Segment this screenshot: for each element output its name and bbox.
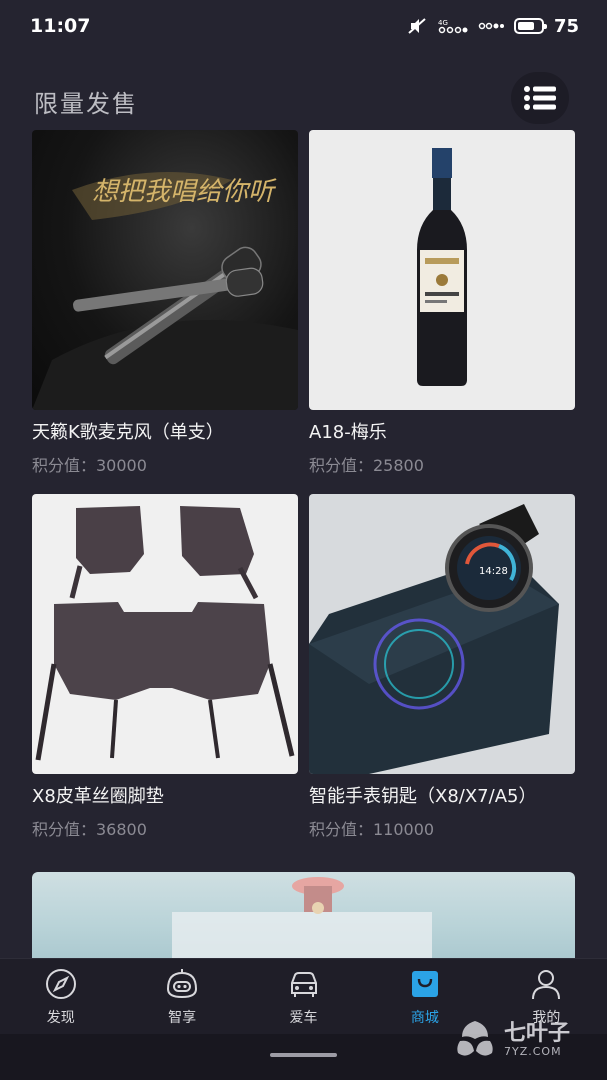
promo-banner[interactable] [32,872,575,962]
product-points: 积分值：25800 [309,456,424,475]
status-icons: 4G 75 [406,16,579,37]
battery-icon [513,18,547,34]
product-points: 积分值：110000 [309,820,435,839]
leaf-logo-icon [457,1021,493,1056]
car-icon [290,971,317,997]
tab-label: 智享 [168,1009,197,1026]
product-image-smartwatch: 14:28 [309,494,575,774]
product-card[interactable]: 想把我唱给你听 天籁K歌麦克风（单支） 积分值：30000 [32,130,298,476]
product-name: X8皮革丝圈脚垫 [32,786,164,807]
product-points: 积分值：36800 [32,820,147,839]
watermark-main: 七叶子 [504,1020,571,1046]
tab-discover[interactable]: 发现 [0,959,121,1034]
home-indicator[interactable] [270,1053,337,1057]
product-image-microphone: 想把我唱给你听 [32,130,298,410]
svg-text:4G: 4G [438,19,448,27]
status-bar: 11:07 4G 75 [0,0,607,52]
silent-icon [408,18,426,34]
watermark-text: 七叶子 7YZ.COM [504,1020,571,1059]
section-title: 限量发售 [34,90,138,118]
tab-my-car[interactable]: 爱车 [243,959,364,1034]
product-name: 天籁K歌麦克风（单支） [32,422,224,443]
tab-label: 商城 [410,1009,439,1026]
product-card[interactable]: 14:28 智能手表钥匙（X8/X7/A5） 积分值：110000 [309,494,575,840]
product-name: A18-梅乐 [309,422,387,443]
battery-level: 75 [553,15,579,37]
tab-label: 爱车 [289,1009,318,1026]
wifi-icon [478,22,504,30]
list-icon [524,86,556,110]
compass-icon [45,968,76,999]
product-card[interactable]: X8皮革丝圈脚垫 积分值：36800 [32,494,298,840]
signal-icon: 4G [438,19,468,34]
product-name: 智能手表钥匙（X8/X7/A5） [309,786,537,807]
watermark: 七叶子 7YZ.COM [452,1010,602,1070]
product-points: 积分值：30000 [32,456,147,475]
robot-icon [167,968,198,998]
user-icon [532,969,561,999]
watermark-sub: 7YZ.COM [504,1045,562,1059]
tab-label: 发现 [46,1009,75,1026]
product-image-car-floor-mats [32,494,298,774]
svg-text:想把我唱给你听: 想把我唱给你听 [92,177,277,207]
product-card[interactable]: A18-梅乐 积分值：25800 [309,130,575,476]
status-time: 11:07 [30,15,91,37]
product-image-wine-bottle [309,130,575,410]
svg-text:14:28: 14:28 [479,566,508,577]
tab-smart[interactable]: 智享 [121,959,242,1034]
shopping-bag-icon [411,970,438,997]
list-view-button[interactable] [511,72,569,124]
